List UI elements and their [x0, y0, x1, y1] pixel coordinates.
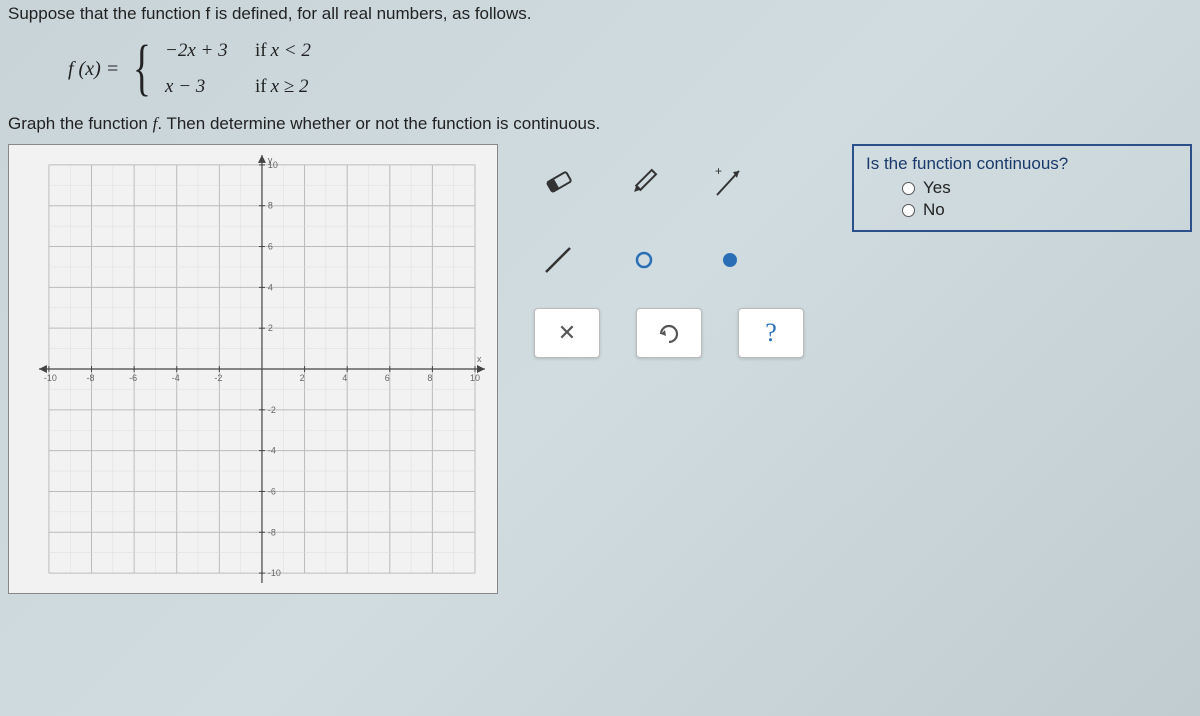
- piece2-expr: x − 3: [165, 76, 241, 98]
- radio-icon: [902, 182, 915, 195]
- svg-text:4: 4: [268, 282, 273, 292]
- graph-canvas[interactable]: x y -10-8-6-4-2246810-10-8-6-4-2246810: [8, 144, 498, 594]
- function-definition: f (x) = { −2x + 3 ifx < 2 x − 3 ifx ≥ 2: [68, 40, 1192, 98]
- help-icon: ?: [765, 318, 777, 348]
- svg-text:-8: -8: [268, 527, 276, 537]
- clear-button[interactable]: ✕: [534, 308, 600, 358]
- svg-text:4: 4: [342, 373, 347, 383]
- undo-button[interactable]: [636, 308, 702, 358]
- help-button[interactable]: ?: [738, 308, 804, 358]
- radio-icon: [902, 204, 915, 217]
- arrow-right-icon: [477, 365, 485, 373]
- option-no-label: No: [923, 200, 945, 220]
- option-yes-label: Yes: [923, 178, 951, 198]
- svg-text:8: 8: [427, 373, 432, 383]
- question-text: Is the function continuous?: [866, 154, 1178, 174]
- svg-text:-2: -2: [268, 405, 276, 415]
- continuity-question: Is the function continuous? Yes No: [852, 144, 1192, 232]
- svg-text:2: 2: [268, 323, 273, 333]
- svg-text:+: +: [715, 164, 722, 178]
- left-brace-icon: {: [133, 41, 151, 97]
- arrow-up-icon: [258, 155, 266, 163]
- piece1-expr: −2x + 3: [165, 40, 241, 62]
- svg-text:10: 10: [268, 160, 278, 170]
- option-no[interactable]: No: [902, 200, 1178, 220]
- svg-text:2: 2: [300, 373, 305, 383]
- undo-icon: [655, 322, 683, 344]
- svg-text:-4: -4: [172, 373, 180, 383]
- function-lhs: f (x) =: [68, 58, 119, 81]
- arrow-left-icon: [39, 365, 47, 373]
- svg-text:-6: -6: [129, 373, 137, 383]
- svg-text:-4: -4: [268, 446, 276, 456]
- intro-text: Suppose that the function f is defined, …: [8, 4, 1192, 24]
- coordinate-grid: x y -10-8-6-4-2246810-10-8-6-4-2246810: [9, 145, 497, 593]
- instruction-text: Graph the function f. Then determine whe…: [8, 114, 1192, 134]
- svg-text:-10: -10: [44, 373, 57, 383]
- close-icon: ✕: [558, 320, 576, 346]
- eraser-tool-icon[interactable]: [528, 152, 588, 212]
- svg-text:6: 6: [385, 373, 390, 383]
- closed-point-tool-icon[interactable]: [700, 230, 760, 290]
- ray-tool-icon[interactable]: +: [700, 152, 760, 212]
- pencil-tool-icon[interactable]: [614, 152, 674, 212]
- segment-tool-icon[interactable]: [528, 230, 588, 290]
- option-yes[interactable]: Yes: [902, 178, 1178, 198]
- svg-text:8: 8: [268, 201, 273, 211]
- svg-text:10: 10: [470, 373, 480, 383]
- svg-text:-6: -6: [268, 486, 276, 496]
- tool-palette: + ✕ ?: [520, 144, 830, 376]
- svg-text:-10: -10: [268, 568, 281, 578]
- svg-text:x: x: [477, 354, 482, 364]
- svg-text:-2: -2: [214, 373, 222, 383]
- open-point-tool-icon[interactable]: [614, 230, 674, 290]
- svg-text:6: 6: [268, 242, 273, 252]
- svg-text:-8: -8: [87, 373, 95, 383]
